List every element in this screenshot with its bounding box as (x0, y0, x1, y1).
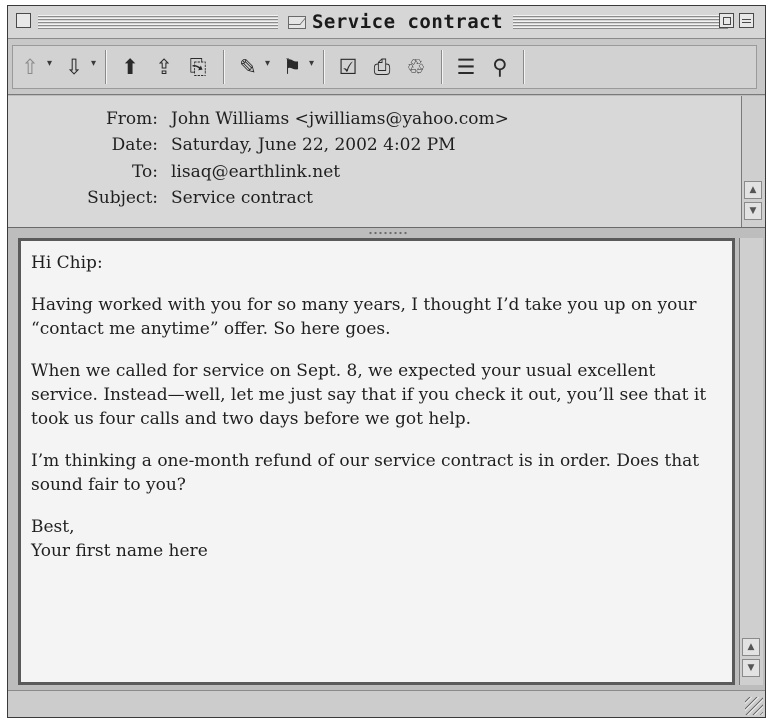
trash-icon[interactable]: ♲ (403, 54, 429, 80)
toolbar-separator (223, 50, 225, 84)
to-value[interactable]: lisaq@earthlink.net (171, 162, 340, 182)
message-paragraph: When we called for service on Sept. 8, w… (31, 361, 707, 429)
print-icon[interactable]: ⎙ (369, 54, 395, 80)
collapse-box-icon[interactable] (739, 13, 754, 28)
resize-handle-icon[interactable] (745, 697, 763, 715)
message-paragraph: I’m thinking a one-month refund of our s… (31, 451, 700, 495)
toolbar-separator (105, 50, 107, 84)
window-title: Service contract (311, 11, 504, 33)
header-scrollbar[interactable]: ▲ ▼ (741, 96, 765, 227)
arrow-up-icon[interactable]: ⇧ (17, 54, 43, 80)
reply-all-icon[interactable]: ⇪ (151, 54, 177, 80)
subject-label: Subject: (87, 188, 158, 208)
pane-splitter-handle[interactable] (368, 230, 408, 236)
envelope-icon (287, 15, 306, 29)
title-bar[interactable]: Service contract (8, 6, 765, 39)
flag-icon[interactable]: ⚑ (279, 54, 305, 80)
message-header-pane: From: John Williams <jwilliams@yahoo.com… (8, 96, 765, 228)
subject-value: Service contract (171, 188, 314, 208)
body-scrollbar[interactable]: ▲ ▼ (739, 238, 763, 685)
to-row: To: lisaq@earthlink.net (8, 162, 738, 188)
subject-row: Subject: Service contract (8, 188, 738, 214)
toolbar-separator (323, 50, 325, 84)
scroll-up-arrow-icon[interactable]: ▲ (744, 181, 762, 199)
closing-line: Best, (31, 517, 75, 537)
zoom-box-icon[interactable] (719, 13, 734, 28)
toolbar: ⇧ ▾ ⇩ ▾ ⬆ ⇪ ⎘ ✎ ▾ ⚑ ▾ ☑ ⎙ ♲ ☰ ⚲ (8, 39, 765, 95)
toolbar-separator (441, 50, 443, 84)
message-text: Hi Chip: Having worked with you for so m… (31, 251, 721, 563)
date-label: Date: (111, 135, 158, 155)
message-body[interactable]: Hi Chip: Having worked with you for so m… (18, 238, 735, 685)
scroll-down-arrow-icon[interactable]: ▼ (744, 202, 762, 220)
edit-icon[interactable]: ☑ (335, 54, 361, 80)
toolbar-panel: ⇧ ▾ ⇩ ▾ ⬆ ⇪ ⎘ ✎ ▾ ⚑ ▾ ☑ ⎙ ♲ ☰ ⚲ (12, 45, 757, 89)
find-icon[interactable]: ⚲ (487, 54, 513, 80)
list-icon[interactable]: ☰ (453, 54, 479, 80)
signature-line: Your first name here (31, 541, 208, 561)
mail-window: Service contract ⇧ ▾ ⇩ ▾ ⬆ ⇪ ⎘ ✎ ▾ ⚑ ▾ ☑… (7, 5, 766, 718)
bottom-bar (8, 690, 765, 717)
forward-icon[interactable]: ⎘ (185, 54, 211, 80)
paperclip-icon[interactable]: ✎ (235, 54, 261, 80)
scroll-up-arrow-icon[interactable]: ▲ (742, 638, 760, 656)
close-box-icon[interactable] (16, 13, 31, 28)
message-greeting: Hi Chip: (31, 253, 103, 273)
reply-icon[interactable]: ⬆ (117, 54, 143, 80)
arrow-down-icon[interactable]: ⇩ (61, 54, 87, 80)
scroll-down-arrow-icon[interactable]: ▼ (742, 659, 760, 677)
toolbar-separator (523, 50, 525, 84)
message-closing: Best, Your first name here (31, 515, 721, 563)
message-paragraph: Having worked with you for so many years… (31, 295, 697, 339)
next-menu-icon[interactable]: ▾ (91, 58, 99, 69)
from-row: From: John Williams <jwilliams@yahoo.com… (8, 109, 738, 135)
from-label: From: (105, 109, 158, 129)
from-value[interactable]: John Williams <jwilliams@yahoo.com> (171, 109, 509, 129)
flag-menu-icon[interactable]: ▾ (309, 58, 317, 69)
window-title-area: Service contract (278, 10, 513, 34)
previous-menu-icon[interactable]: ▾ (47, 58, 55, 69)
attachment-menu-icon[interactable]: ▾ (265, 58, 273, 69)
date-value: Saturday, June 22, 2002 4:02 PM (171, 135, 456, 155)
date-row: Date: Saturday, June 22, 2002 4:02 PM (8, 135, 738, 161)
to-label: To: (132, 162, 158, 182)
